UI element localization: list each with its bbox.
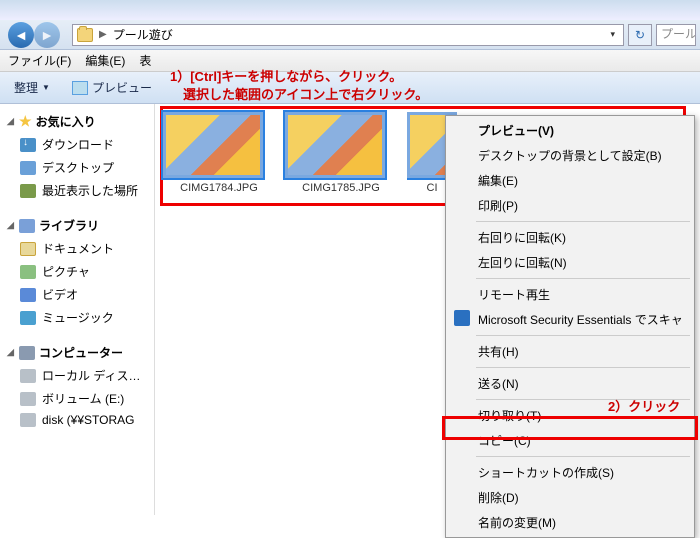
thumbnail-image[interactable] (285, 112, 385, 178)
thumbnail-image[interactable] (163, 112, 263, 178)
drive-icon (20, 392, 36, 406)
sidebar-item-localdisk[interactable]: ローカル ディス… (4, 364, 150, 387)
netdrive-icon (20, 413, 36, 427)
sidebar-item-volume[interactable]: ボリューム (E:) (4, 387, 150, 410)
ctx-remote-play[interactable]: リモート再生 (448, 282, 692, 307)
annotation-instruction-1: 1）[Ctrl]キーを押しながら、クリック。 選択した範囲のアイコン上で右クリッ… (170, 68, 428, 103)
sidebar-item-pictures[interactable]: ピクチャ (4, 260, 150, 283)
ctx-print[interactable]: 印刷(P) (448, 193, 692, 218)
ctx-send-to[interactable]: 送る(N) (448, 371, 692, 396)
recent-icon (20, 184, 36, 198)
ctx-share[interactable]: 共有(H) (448, 339, 692, 364)
sidebar-item-netdisk[interactable]: disk (¥¥STORAG (4, 410, 150, 430)
preview-icon (72, 81, 88, 95)
computer-icon (19, 346, 35, 360)
sidebar-favorites-header[interactable]: ◢ ★ お気に入り (4, 110, 150, 133)
sidebar-item-recent[interactable]: 最近表示した場所 (4, 179, 150, 202)
ctx-set-background[interactable]: デスクトップの背景として設定(B) (448, 143, 692, 168)
library-icon (19, 219, 35, 233)
breadcrumb-folder[interactable]: プール遊び (113, 26, 173, 43)
annotation-instruction-2: 2）クリック (608, 396, 680, 415)
music-icon (20, 311, 36, 325)
ctx-rename[interactable]: 名前の変更(M) (448, 510, 692, 535)
sidebar-computer-header[interactable]: ◢ コンピューター (4, 341, 150, 364)
breadcrumb-separator: ▶ (99, 29, 107, 40)
mse-icon (454, 310, 470, 326)
sidebar-item-music[interactable]: ミュージック (4, 306, 150, 329)
ctx-edit[interactable]: 編集(E) (448, 168, 692, 193)
ctx-preview[interactable]: プレビュー(V) (448, 118, 692, 143)
desktop-icon (20, 161, 36, 175)
star-icon: ★ (19, 113, 32, 130)
sidebar-item-download[interactable]: ダウンロード (4, 133, 150, 156)
sidebar-item-documents[interactable]: ドキュメント (4, 237, 150, 260)
ctx-create-shortcut[interactable]: ショートカットの作成(S) (448, 460, 692, 485)
ctx-mse-scan[interactable]: Microsoft Security Essentials でスキャ (448, 307, 692, 332)
picture-icon (20, 265, 36, 279)
folder-icon (77, 28, 93, 42)
sidebar-library-header[interactable]: ◢ ライブラリ (4, 214, 150, 237)
sidebar-item-desktop[interactable]: デスクトップ (4, 156, 150, 179)
menu-file[interactable]: ファイル(F) (8, 52, 71, 69)
video-icon (20, 288, 36, 302)
nav-forward-button[interactable]: ► (34, 22, 60, 48)
ctx-delete[interactable]: 削除(D) (448, 485, 692, 510)
nav-back-button[interactable]: ◄ (8, 22, 34, 48)
drive-icon (20, 369, 36, 383)
organize-button[interactable]: 整理▼ (8, 76, 56, 99)
sidebar: ◢ ★ お気に入り ダウンロード デスクトップ 最近表示した場所 ◢ ライブラリ… (0, 104, 155, 515)
collapse-icon[interactable]: ◢ (6, 221, 15, 230)
breadcrumb-dropdown[interactable]: ▾ (606, 29, 619, 40)
preview-toolbar-button[interactable]: プレビュー (66, 76, 158, 99)
search-input[interactable]: プール (656, 24, 696, 46)
download-icon (20, 138, 36, 152)
menu-edit[interactable]: 編集(E) (85, 52, 125, 69)
refresh-button[interactable]: ↻ (628, 24, 652, 46)
context-menu: プレビュー(V) デスクトップの背景として設定(B) 編集(E) 印刷(P) 右… (445, 115, 695, 538)
document-icon (20, 242, 36, 256)
breadcrumb[interactable]: ▶ プール遊び ▾ (72, 24, 624, 46)
sidebar-item-video[interactable]: ビデオ (4, 283, 150, 306)
collapse-icon[interactable]: ◢ (6, 117, 15, 126)
collapse-icon[interactable]: ◢ (6, 348, 15, 357)
menu-view[interactable]: 表 (139, 52, 151, 69)
ctx-rotate-cw[interactable]: 右回りに回転(K) (448, 225, 692, 250)
copy-highlight (442, 416, 698, 440)
ctx-rotate-ccw[interactable]: 左回りに回転(N) (448, 250, 692, 275)
